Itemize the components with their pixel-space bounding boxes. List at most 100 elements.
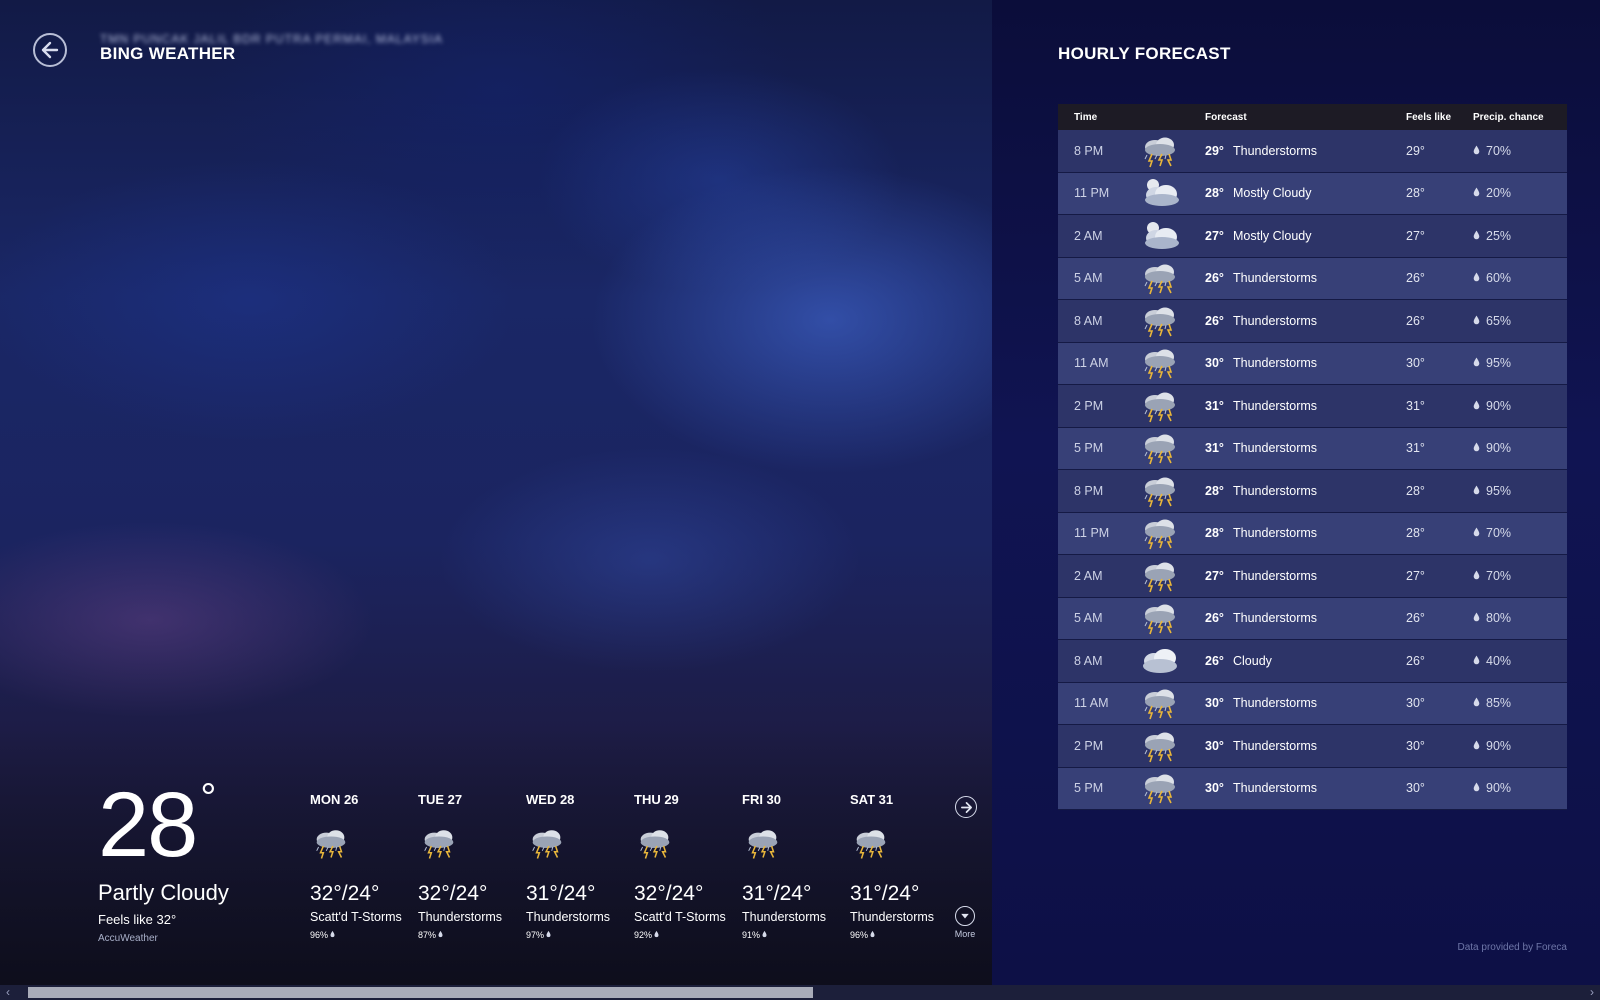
data-credit: Data provided by Foreca [1457, 942, 1567, 953]
day-temps: 32°/24° [634, 882, 704, 905]
hourly-row: 2 AM 27° Mostly Cloudy 27° 25% [1058, 215, 1567, 258]
hour-precip: 95% [1473, 356, 1567, 370]
hour-precip: 60% [1473, 271, 1567, 285]
table-header: Time Forecast Feels like Precip. chance [1058, 104, 1567, 130]
day-forecast[interactable]: MON 26 32°/24° Scatt'd T-Storms 96% [310, 792, 418, 940]
hour-time: 8 PM [1074, 483, 1104, 498]
current-temperature: 28 [98, 774, 198, 876]
hourly-row: 5 AM 26° Thunderstorms 26° 80% [1058, 597, 1567, 640]
day-name: WED 28 [526, 792, 575, 807]
arrow-right-icon [960, 801, 972, 813]
hour-precip: 80% [1473, 611, 1567, 625]
next-days-button[interactable] [955, 796, 977, 818]
hourly-row: 5 PM 31° Thunderstorms 31° 90% [1058, 427, 1567, 470]
day-precip: 87% [418, 930, 526, 940]
hour-temp: 31° [1205, 441, 1224, 456]
hour-feels-like: 31° [1406, 398, 1425, 413]
hour-condition: Thunderstorms [1233, 143, 1318, 158]
app-title[interactable]: BING WEATHER [100, 44, 236, 64]
provider-link[interactable]: AccuWeather [98, 933, 298, 944]
hourly-row: 11 AM 30° Thunderstorms 30° 95% [1058, 342, 1567, 385]
precip-value: 87% [418, 930, 437, 940]
feels-like: Feels like 32° [98, 912, 177, 927]
thunderstorm-icon [1138, 345, 1205, 381]
precip-value: 20% [1486, 186, 1512, 201]
hour-temp: 29° [1205, 143, 1224, 158]
weather-app: TMN PUNCAK JALIL BDR PUTRA PERMAI, MALAY… [0, 0, 1600, 1000]
hour-time: 11 AM [1074, 356, 1109, 371]
current-conditions: 28 ° Partly Cloudy Feels like 32° AccuWe… [98, 774, 298, 944]
raindrop-icon [1473, 186, 1480, 200]
more-button[interactable]: More [950, 906, 980, 939]
hour-precip: 40% [1473, 654, 1567, 668]
hour-feels-like: 26° [1406, 611, 1425, 626]
hourly-panel: HOURLY FORECAST Time Forecast Feels like… [992, 0, 1600, 985]
hour-feels-like: 29° [1406, 143, 1425, 158]
thunderstorm-icon [1138, 728, 1205, 764]
precip-value: 70% [1486, 568, 1512, 583]
hour-feels-like: 26° [1406, 653, 1425, 668]
scroll-left-icon[interactable]: ‹ [6, 985, 20, 1000]
raindrop-icon [1473, 781, 1480, 795]
day-forecast[interactable]: SAT 31 31°/24° Thunderstorms 96% [850, 792, 958, 940]
hour-temp: 30° [1205, 696, 1224, 711]
scroll-right-icon[interactable]: › [1580, 985, 1594, 1000]
day-forecast[interactable]: FRI 30 31°/24° Thunderstorms 91% [742, 792, 850, 940]
degree-symbol: ° [200, 776, 217, 820]
thunderstorm-icon [526, 826, 568, 862]
day-forecast[interactable]: TUE 27 32°/24° Thunderstorms 87% [418, 792, 526, 940]
hour-feels-like: 26° [1406, 313, 1425, 328]
hour-temp: 26° [1205, 653, 1224, 668]
precip-value: 96% [310, 930, 329, 940]
hour-time: 2 PM [1074, 398, 1104, 413]
hour-feels-like: 27° [1406, 228, 1425, 243]
thunderstorm-icon [310, 826, 352, 862]
hour-condition: Thunderstorms [1233, 271, 1318, 286]
hour-time: 2 AM [1074, 568, 1103, 583]
day-name: THU 29 [634, 792, 679, 807]
raindrop-icon [1473, 654, 1480, 668]
day-condition: Scatt'd T-Storms [634, 910, 726, 924]
hour-temp: 26° [1205, 313, 1224, 328]
hour-time: 5 AM [1074, 271, 1103, 286]
hourly-row: 8 AM 26° Cloudy 26° 40% [1058, 640, 1567, 683]
hour-precip: 90% [1473, 781, 1567, 795]
precip-value: 40% [1486, 653, 1512, 668]
raindrop-icon [1473, 611, 1480, 625]
precip-value: 25% [1486, 228, 1512, 243]
day-forecast[interactable]: THU 29 32°/24° Scatt'd T-Storms 92% [634, 792, 742, 940]
hourly-row: 11 AM 30° Thunderstorms 30° 85% [1058, 682, 1567, 725]
hour-temp: 27° [1205, 228, 1224, 243]
raindrop-icon [762, 930, 767, 940]
hour-condition: Thunderstorms [1233, 781, 1318, 796]
raindrop-icon [1473, 739, 1480, 753]
hourly-row: 11 PM 28° Thunderstorms 28° 70% [1058, 512, 1567, 555]
hour-condition: Mostly Cloudy [1233, 186, 1312, 201]
hour-time: 11 PM [1074, 526, 1110, 541]
precip-value: 95% [1486, 356, 1512, 371]
hourly-rows: 8 PM 29° Thunderstorms 29° 70% 11 PM 28° Mostly… [1058, 130, 1567, 810]
day-temps: 32°/24° [310, 882, 380, 905]
day-precip: 91% [742, 930, 850, 940]
thunderstorm-icon [634, 826, 676, 862]
hour-feels-like: 26° [1406, 271, 1425, 286]
raindrop-icon [654, 930, 659, 940]
raindrop-icon [1473, 399, 1480, 413]
thunderstorm-icon [1138, 133, 1205, 169]
hourly-row: 2 AM 27° Thunderstorms 27° 70% [1058, 555, 1567, 598]
hour-temp: 31° [1205, 398, 1224, 413]
scroll-thumb[interactable] [28, 987, 813, 998]
day-condition: Thunderstorms [526, 910, 611, 924]
raindrop-icon [1473, 144, 1480, 158]
day-forecast[interactable]: WED 28 31°/24° Thunderstorms 97% [526, 792, 634, 940]
horizontal-scrollbar[interactable]: ‹ › [0, 985, 1600, 1000]
hour-condition: Thunderstorms [1233, 398, 1318, 413]
day-name: TUE 27 [418, 792, 463, 807]
hourly-title: HOURLY FORECAST [1058, 44, 1231, 63]
hourly-row: 2 PM 31° Thunderstorms 31° 90% [1058, 385, 1567, 428]
hour-precip: 70% [1473, 569, 1567, 583]
raindrop-icon [330, 930, 335, 940]
raindrop-icon [1473, 314, 1480, 328]
precip-value: 90% [1486, 738, 1512, 753]
back-button[interactable] [33, 33, 67, 67]
